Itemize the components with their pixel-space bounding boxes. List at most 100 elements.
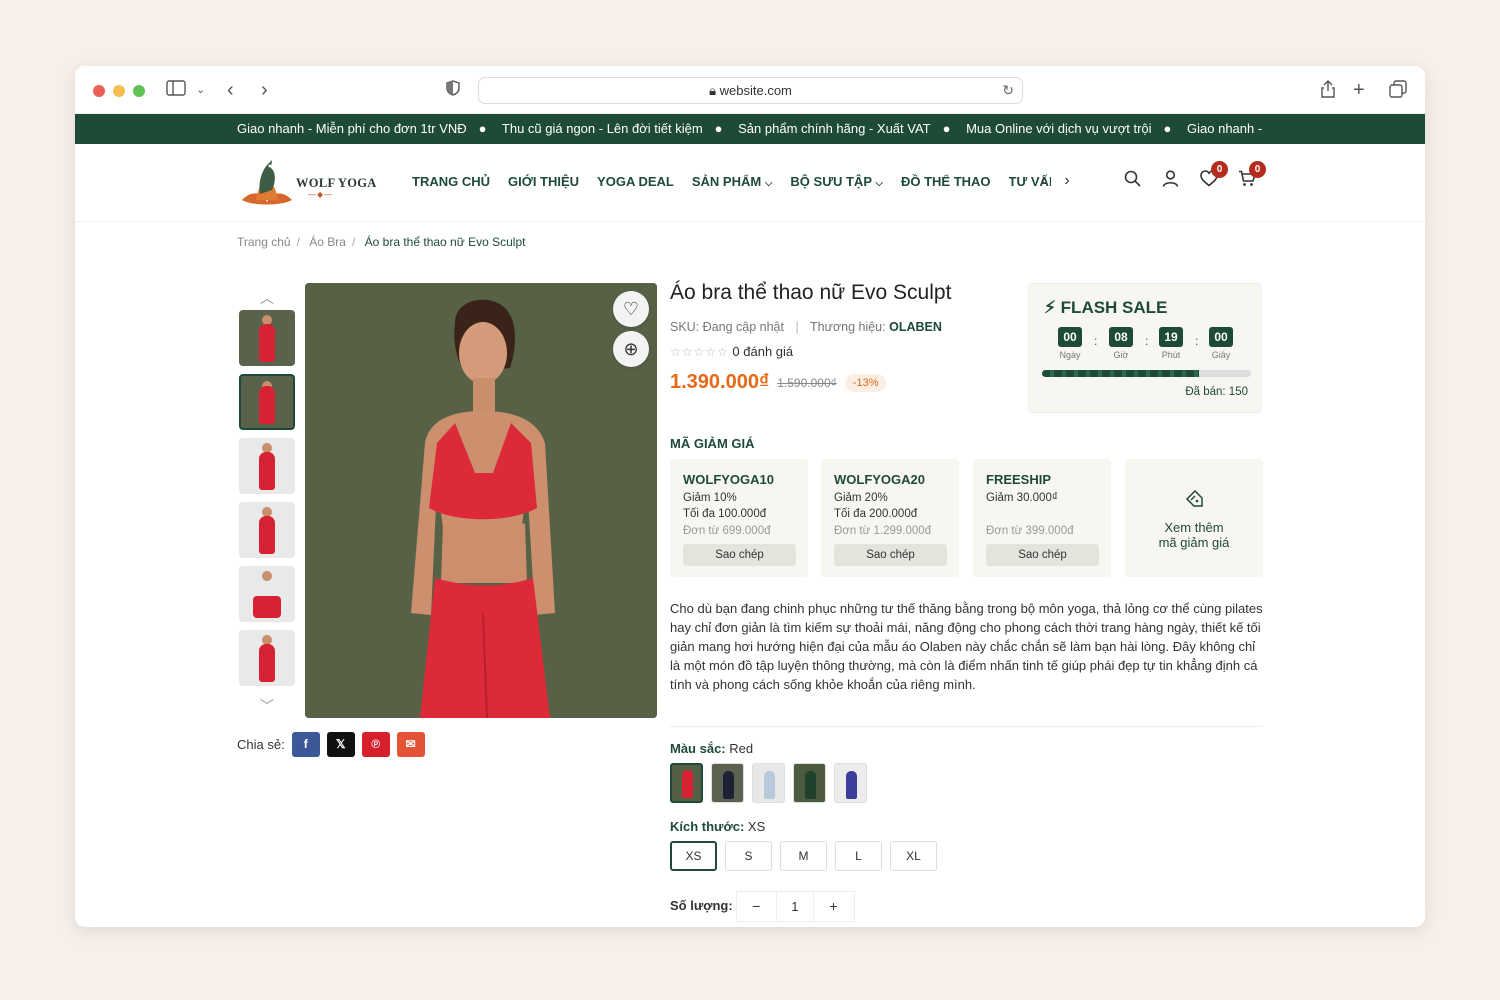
flash-sale-title-text: FLASH SALE — [1060, 298, 1168, 317]
privacy-shield-icon[interactable] — [446, 80, 460, 102]
size-option-xs[interactable]: XS — [670, 841, 717, 871]
quantity-stepper: − 1 + — [736, 891, 855, 922]
nav-item-products[interactable]: SẢN PHẨM ⌵ — [692, 174, 773, 189]
browser-window: ⌄ ‹ › 🔒︎ website.com ↻ + Giao nhanh - Mi… — [75, 66, 1425, 927]
pinterest-share-button[interactable]: ℗ — [361, 732, 390, 757]
add-to-wishlist-button[interactable]: ♡ — [613, 291, 649, 327]
star-rating-icon: ☆☆☆☆☆ — [670, 345, 729, 359]
selected-color: Red — [729, 741, 754, 756]
size-option-m[interactable]: M — [780, 841, 827, 871]
lock-icon: 🔒︎ — [709, 83, 717, 98]
nav-item-label: BỘ SƯU TẬP — [790, 174, 872, 189]
thumbnail-5[interactable] — [239, 566, 295, 622]
chevron-up-icon[interactable]: ︿ — [237, 286, 297, 310]
product-rating[interactable]: ☆☆☆☆☆ 0 đánh giá — [670, 344, 793, 359]
brand-value[interactable]: OLABEN — [889, 320, 942, 334]
logo[interactable]: WOLF YOGA —◆— — [238, 156, 378, 208]
current-price: 1.390.000₫ — [670, 371, 770, 393]
account-icon[interactable] — [1162, 170, 1179, 192]
chevron-down-icon[interactable]: ⌄ — [196, 80, 205, 100]
size-option-xl[interactable]: XL — [890, 841, 937, 871]
facebook-share-button[interactable]: f — [291, 732, 320, 757]
more-coupons-line1: Xem thêm — [1164, 520, 1224, 535]
copy-coupon-button[interactable]: Sao chép — [986, 544, 1099, 566]
announcement-item: Mua Online với dịch vụ vượt trội — [966, 121, 1152, 136]
size-option-s[interactable]: S — [725, 841, 772, 871]
sold-progress-bar — [1042, 370, 1251, 377]
copy-coupon-button[interactable]: Sao chép — [683, 544, 796, 566]
breadcrumb-category[interactable]: Áo Bra — [309, 235, 346, 249]
lightning-icon: ⚡︎ — [1044, 298, 1056, 317]
chevron-down-icon[interactable]: ﹀ — [237, 694, 297, 718]
countdown-minutes: 19 Phút — [1156, 327, 1186, 360]
cart-icon[interactable]: 0 — [1238, 161, 1266, 192]
minimize-window-button[interactable] — [113, 85, 125, 97]
color-swatch[interactable] — [793, 763, 826, 803]
maximize-window-button[interactable] — [133, 85, 145, 97]
nav-item-yoga-deal[interactable]: YOGA DEAL — [597, 174, 674, 189]
thumbnail-2[interactable] — [239, 374, 295, 430]
coupon-discount: Giảm 10% — [683, 492, 737, 504]
nav-item-sportswear[interactable]: ĐỒ THỂ THAO — [901, 174, 991, 189]
decrease-quantity-button[interactable]: − — [737, 892, 776, 921]
nav-prev-icon[interactable]: ‹ — [1041, 172, 1046, 189]
x-share-button[interactable]: 𝕏 — [326, 732, 355, 757]
coupon-discount: Giảm 20% — [834, 492, 888, 504]
announcement-item: Giao nhanh - — [1187, 121, 1263, 136]
address-bar[interactable]: 🔒︎ website.com ↻ — [478, 77, 1023, 104]
swatch-figure — [845, 771, 857, 799]
thumbnail-4[interactable] — [239, 502, 295, 558]
nav-item-about[interactable]: GIỚI THIỆU — [508, 174, 579, 189]
color-swatch[interactable] — [711, 763, 744, 803]
tab-overview-icon[interactable] — [1389, 80, 1407, 104]
zoom-button[interactable]: ⊕ — [613, 331, 649, 367]
main-product-image[interactable]: ♡ ⊕ — [305, 283, 657, 718]
share-icon[interactable] — [1320, 80, 1336, 104]
sku-value: Đang cập nhật — [702, 320, 784, 334]
breadcrumb-current: Áo bra thể thao nữ Evo Sculpt — [364, 235, 526, 249]
coupon-card: FREESHIP Giảm 30.000₫ Đơn từ 399.000đ Sa… — [973, 459, 1111, 577]
new-tab-icon[interactable]: + — [1353, 80, 1365, 100]
logo-text: WOLF YOGA — [296, 176, 377, 190]
rating-count: 0 đánh giá — [732, 344, 794, 359]
product-description: Cho dù bạn đang chinh phục những tư thế … — [670, 601, 1263, 692]
close-window-button[interactable] — [93, 85, 105, 97]
copy-coupon-button[interactable]: Sao chép — [834, 544, 947, 566]
size-options: XS S M L XL — [670, 841, 937, 871]
coupon-min-order: Đơn từ 699.000đ — [683, 525, 771, 537]
site-header: WOLF YOGA —◆— TRANG CHỦ GIỚI THIỆU YOGA … — [75, 144, 1425, 222]
color-swatch[interactable] — [834, 763, 867, 803]
coupon-card: WOLFYOGA20 Giảm 20% Tối đa 200.000đ Đơn … — [821, 459, 959, 577]
forward-arrow-icon[interactable]: › — [261, 80, 268, 100]
color-label-text: Màu sắc: — [670, 741, 726, 756]
coupon-code: WOLFYOGA20 — [834, 472, 926, 487]
wishlist-icon[interactable]: 0 — [1200, 161, 1228, 192]
coupon-discount: Giảm 30.000₫ — [986, 492, 1058, 504]
thumbnail-3[interactable] — [239, 438, 295, 494]
back-arrow-icon[interactable]: ‹ — [227, 80, 234, 100]
nav-item-home[interactable]: TRANG CHỦ — [412, 174, 490, 189]
thumbnail-6[interactable] — [239, 630, 295, 686]
nav-item-collections[interactable]: BỘ SƯU TẬP ⌵ — [790, 174, 883, 189]
more-coupons-button[interactable]: Xem thêm mã giảm giá — [1125, 459, 1263, 577]
reload-icon[interactable]: ↻ — [1002, 78, 1014, 103]
color-label: Màu sắc: Red — [670, 741, 753, 756]
countdown-seconds: 00 Giây — [1206, 327, 1236, 360]
countdown-separator: : — [1195, 334, 1199, 348]
email-share-button[interactable]: ✉ — [396, 732, 425, 757]
announcement-item: Thu cũ giá ngon - Lên đời tiết kiệm — [501, 121, 703, 136]
price-block: 1.390.000₫ 1.590.000₫ -13% — [670, 371, 887, 394]
nav-scroll-arrows: ‹ › — [1041, 172, 1088, 190]
sidebar-toggle-icon[interactable] — [166, 80, 186, 102]
search-icon[interactable] — [1124, 170, 1141, 192]
breadcrumb-home[interactable]: Trang chủ — [237, 235, 291, 249]
countdown-value: 00 — [1058, 327, 1082, 347]
size-option-l[interactable]: L — [835, 841, 882, 871]
increase-quantity-button[interactable]: + — [814, 892, 853, 921]
quantity-label: Số lượng: — [670, 898, 733, 913]
color-swatch[interactable] — [670, 763, 703, 803]
color-swatch[interactable] — [752, 763, 785, 803]
nav-next-icon[interactable]: › — [1064, 172, 1069, 189]
quantity-input[interactable]: 1 — [775, 892, 815, 921]
thumbnail-1[interactable] — [239, 310, 295, 366]
